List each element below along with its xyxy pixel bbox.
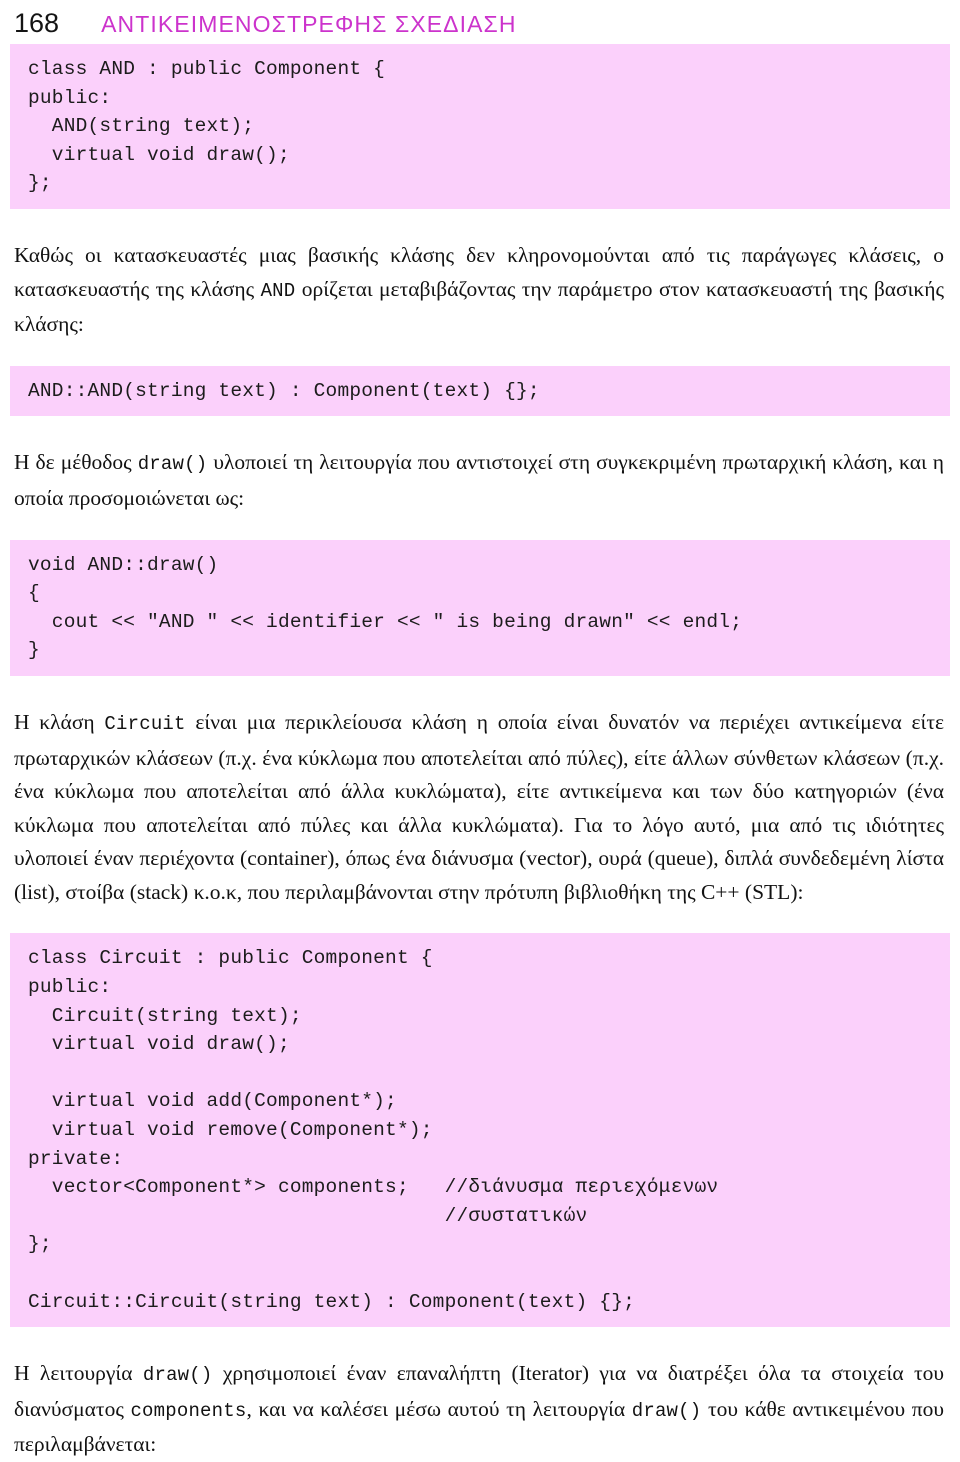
code-line: public:	[28, 976, 112, 999]
code-line: virtual void draw();	[28, 143, 290, 166]
code-line-comment: //συστατικών	[28, 1204, 588, 1227]
code-line: virtual void draw();	[28, 1033, 290, 1056]
code-line: Circuit::Circuit(string text) : Componen…	[28, 1290, 635, 1313]
code-block-and-constructor: AND::AND(string text) : Component(text) …	[10, 365, 950, 417]
text-run: είναι μια περικλείουσα κλάση η οποία είν…	[14, 709, 944, 904]
code-line: void AND::draw()	[28, 553, 219, 576]
page-number: 168	[14, 8, 60, 38]
text-run: , και να καλέσει μέσω αυτού τη λειτουργί…	[246, 1396, 632, 1421]
paragraph-constructor-inheritance: Καθώς οι κατασκευαστές μιας βασικής κλάσ…	[10, 239, 950, 342]
code-block-circuit-class: class Circuit : public Component { public…	[10, 933, 950, 1328]
paragraph-iterator-draw: Η λειτουργία draw() χρησιμοποιεί έναν επ…	[10, 1357, 950, 1462]
text-run: Η δε μέθοδος	[14, 450, 138, 475]
paragraph-draw-method: Η δε μέθοδος draw() υλοποιεί τη λειτουργ…	[10, 446, 950, 515]
code-line: AND::AND(string text) : Component(text) …	[28, 379, 540, 402]
code-line: private:	[28, 1147, 124, 1170]
text-run: Η λειτουργία	[14, 1361, 143, 1386]
inline-code-and: AND	[260, 279, 296, 302]
code-line: Circuit(string text);	[28, 1004, 302, 1027]
paragraph-circuit-container: Η κλάση Circuit είναι μια περικλείουσα κ…	[10, 706, 950, 910]
code-block-and-draw: void AND::draw(){ cout << "AND " << iden…	[10, 539, 950, 676]
code-line-comment: vector<Component*> components; //διάνυσμ…	[28, 1176, 719, 1199]
page-content: class AND : public Component { public: AN…	[0, 44, 960, 1462]
inline-code-draw-2: draw()	[631, 1399, 702, 1422]
document-page: 168 ΑΝΤΙΚΕΙΜΕΝΟΣΤΡΕΦΗΣ ΣΧΕΔΙΑΣΗ class AN…	[0, 0, 960, 1456]
inline-code-components: components	[130, 1399, 247, 1422]
chapter-title: ΑΝΤΙΚΕΙΜΕΝΟΣΤΡΕΦΗΣ ΣΧΕΔΙΑΣΗ	[101, 11, 517, 37]
code-block-and-class: class AND : public Component { public: AN…	[10, 44, 950, 209]
code-line: {	[28, 582, 40, 605]
code-line: };	[28, 172, 52, 195]
inline-code-draw: draw()	[137, 453, 208, 476]
code-line: public:	[28, 86, 112, 109]
running-head: 168 ΑΝΤΙΚΕΙΜΕΝΟΣΤΡΕΦΗΣ ΣΧΕΔΙΑΣΗ	[0, 0, 960, 44]
inline-code-circuit: Circuit	[104, 712, 186, 735]
code-line: }	[28, 639, 40, 662]
code-line: class Circuit : public Component {	[28, 947, 433, 970]
inline-code-draw-1: draw()	[142, 1364, 213, 1387]
code-line: class AND : public Component {	[28, 58, 386, 80]
text-run: Η κλάση	[14, 709, 105, 734]
code-line: };	[28, 1233, 52, 1256]
code-line: virtual void remove(Component*);	[28, 1119, 433, 1142]
code-line: virtual void add(Component*);	[28, 1090, 397, 1113]
code-line: AND(string text);	[28, 115, 255, 138]
code-line: cout << "AND " << identifier << " is bei…	[28, 610, 743, 633]
